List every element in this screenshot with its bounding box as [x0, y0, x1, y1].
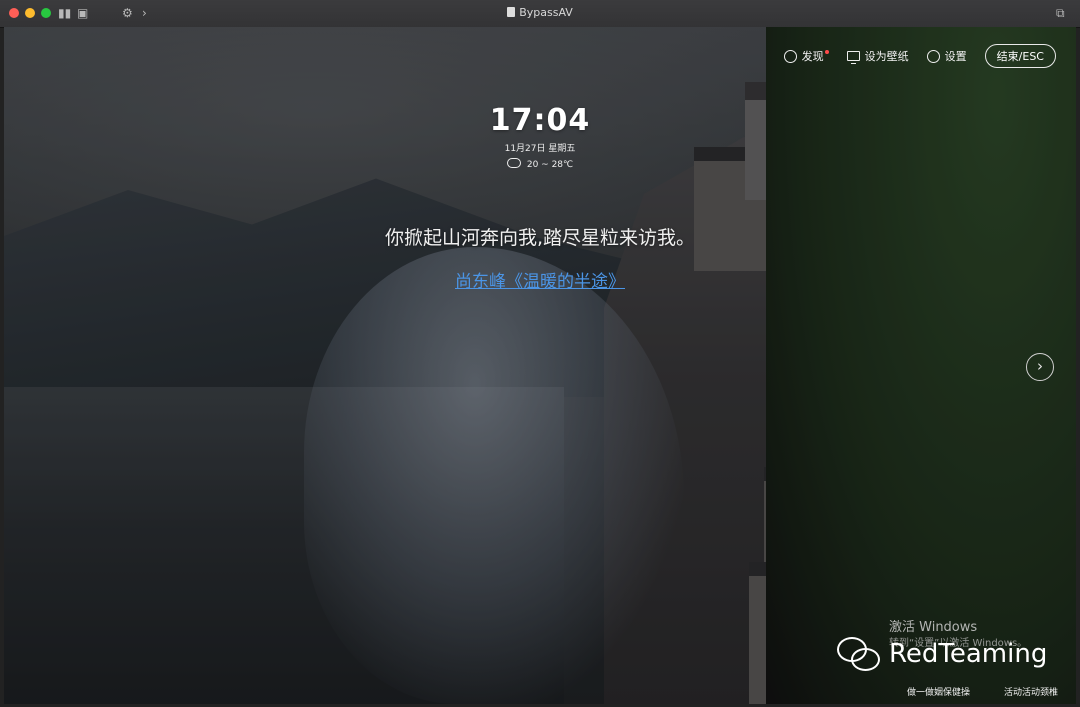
clock-date: 11月27日 星期五	[504, 144, 576, 154]
compass-icon	[783, 49, 797, 63]
quote-source-link[interactable]: 尚东峰《温暖的半途》	[4, 267, 1076, 292]
gear-icon	[926, 49, 940, 63]
neck-exercise-link[interactable]: 活动活动颈椎	[1004, 685, 1058, 698]
activation-title: 激活 Windows	[889, 620, 978, 635]
bottom-links: 做一做姻保健操 活动活动颈椎	[907, 685, 1058, 698]
chevron-right-icon: ›	[1037, 357, 1043, 375]
notification-badge	[824, 50, 829, 54]
weather: 20 ~ 28℃	[4, 158, 1076, 170]
set-wallpaper-button[interactable]: 设为壁纸	[846, 48, 909, 64]
cloud-icon	[506, 158, 521, 168]
top-actions: 发现 设为壁纸 设置 结束/ESC	[783, 44, 1056, 68]
monitor-icon	[846, 51, 860, 64]
watermark: RedTeaming	[837, 637, 1047, 671]
watermark-text: RedTeaming	[889, 639, 1048, 669]
copy-window-icon[interactable]: ⧉	[1056, 6, 1065, 21]
title-bar: ▮▮ ▣ ⚙ › BypassAV ⧉	[0, 0, 1080, 28]
settings-button[interactable]: 设置	[926, 48, 967, 64]
app-window: ▮▮ ▣ ⚙ › BypassAV ⧉ 发现 设为壁纸 设置 结束/ESC 17…	[0, 0, 1080, 707]
window-title: BypassAV	[0, 6, 1080, 19]
end-esc-button[interactable]: 结束/ESC	[984, 44, 1056, 68]
document-icon	[507, 7, 516, 17]
quote-text: 你掀起山河奔向我,踏尽星粒来访我。	[384, 227, 696, 249]
discover-button[interactable]: 发现	[783, 48, 829, 64]
next-wallpaper-button[interactable]: ›	[1026, 353, 1054, 381]
clock-time: 17:04	[489, 103, 591, 138]
wallpaper-view: 发现 设为壁纸 设置 结束/ESC 17:04 11月27日 星期五 20 ~ …	[4, 27, 1076, 704]
eye-exercise-link[interactable]: 做一做姻保健操	[907, 685, 970, 698]
wechat-icon	[837, 637, 881, 671]
